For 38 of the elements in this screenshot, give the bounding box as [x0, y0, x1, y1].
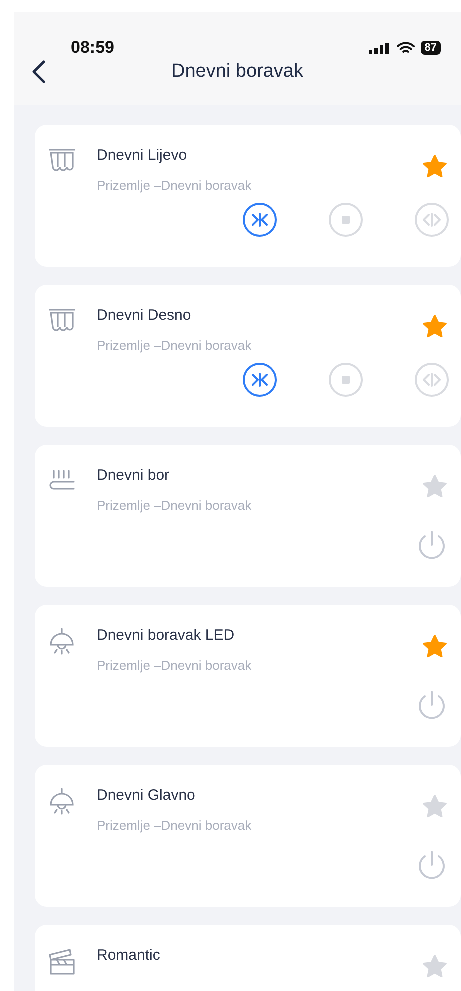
device-card[interactable]: Dnevni Desno Prizemlje –Dnevni boravak: [35, 285, 461, 427]
arrows-outward-icon: [422, 373, 442, 387]
stop-icon: [340, 214, 352, 226]
device-name: Dnevni Desno: [97, 307, 192, 324]
device-location: Prizemlje –Dnevni boravak: [97, 818, 253, 833]
back-button[interactable]: [32, 60, 46, 84]
device-name: Dnevni Lijevo: [97, 147, 188, 164]
device-card[interactable]: Romantic: [35, 925, 461, 991]
device-location: Prizemlje –Dnevni boravak: [97, 178, 253, 193]
device-card[interactable]: Dnevni Lijevo Prizemlje –Dnevni boravak: [35, 125, 461, 267]
stop-button[interactable]: [329, 363, 363, 397]
device-card[interactable]: Dnevni Glavno Prizemlje –Dnevni boravak: [35, 765, 461, 907]
device-location: Prizemlje –Dnevni boravak: [97, 658, 253, 673]
signal-icon: [368, 42, 391, 54]
device-name: Dnevni bor: [97, 467, 171, 484]
device-location: Prizemlje –Dnevni boravak: [97, 338, 253, 353]
device-name: Romantic: [97, 947, 162, 964]
wifi-icon: [396, 42, 415, 54]
page-title: Dnevni boravak: [171, 61, 304, 83]
arrows-inward-icon: [250, 373, 270, 387]
lamp-icon: [47, 627, 77, 657]
close-curtain-button[interactable]: [415, 363, 449, 397]
stop-button[interactable]: [329, 203, 363, 237]
device-card[interactable]: Dnevni boravak LED Prizemlje –Dnevni boravak: [35, 605, 461, 747]
stop-icon: [340, 374, 352, 386]
device-name: Dnevni Glavno: [97, 787, 196, 804]
battery-indicator: 87: [420, 41, 441, 55]
clapperboard-icon: [47, 947, 77, 977]
arrows-inward-icon: [250, 213, 270, 227]
lamp-icon: [47, 787, 77, 817]
open-curtain-button[interactable]: [243, 203, 277, 237]
close-curtain-button[interactable]: [415, 203, 449, 237]
device-card[interactable]: Dnevni bor Prizemlje –Dnevni boravak: [35, 445, 461, 587]
open-curtain-button[interactable]: [243, 363, 277, 397]
arrows-outward-icon: [422, 213, 442, 227]
device-name: Dnevni boravak LED: [97, 627, 236, 644]
device-location: Prizemlje –Dnevni boravak: [97, 498, 253, 513]
status-time: 08:59: [71, 38, 114, 58]
